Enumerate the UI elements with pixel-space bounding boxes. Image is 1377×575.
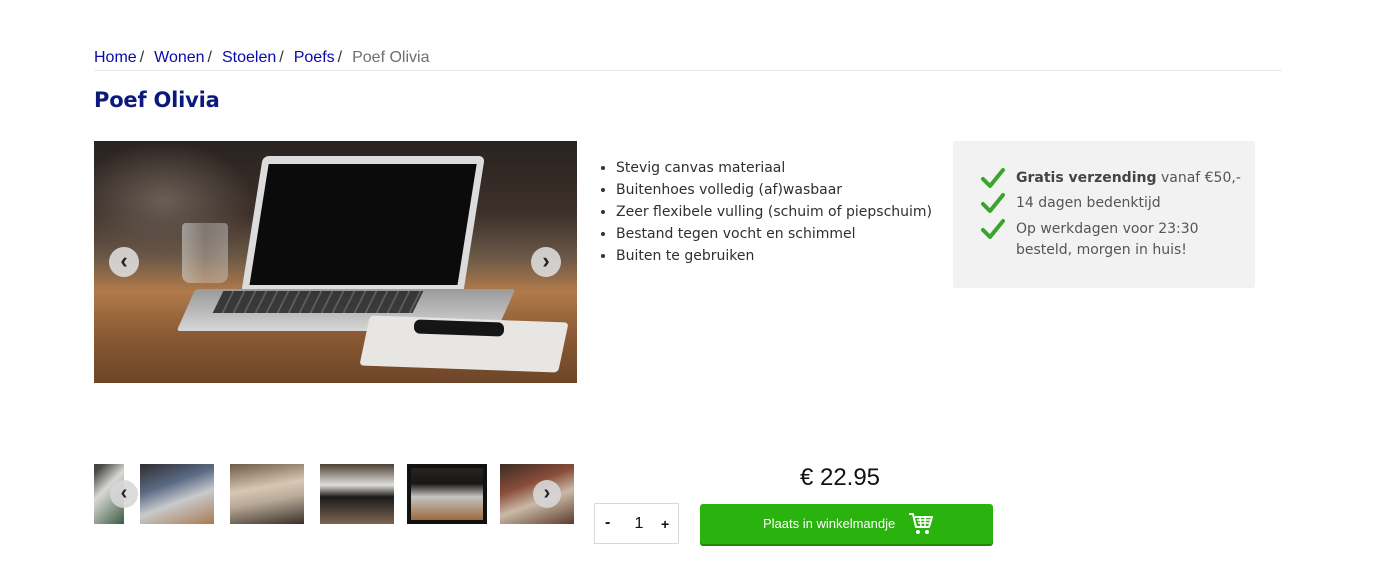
usp-delivery-line2: besteld, morgen in huis! <box>1016 242 1187 258</box>
thumbnail[interactable] <box>320 464 394 524</box>
check-icon <box>981 168 1005 188</box>
glass-shape <box>182 223 228 283</box>
shopping-cart-icon <box>909 513 933 534</box>
product-price: € 22.95 <box>799 464 881 491</box>
quantity-stepper: - + <box>594 503 679 544</box>
check-icon <box>981 193 1005 213</box>
feature-item: Bestand tegen vocht en schimmel <box>616 223 932 245</box>
thumbnail[interactable] <box>230 464 304 524</box>
thumbnail-next-button[interactable]: › <box>533 480 561 508</box>
breadcrumb-separator: / <box>139 49 145 66</box>
breadcrumb-poefs[interactable]: Poefs <box>294 49 335 66</box>
usp-shipping-bold: Gratis verzending <box>1016 170 1157 186</box>
quantity-decrease-button[interactable]: - <box>605 514 610 532</box>
feature-item: Zeer flexibele vulling (schuim of piepsc… <box>616 201 932 223</box>
laptop-screen <box>241 156 485 294</box>
usp-return-text: 14 dagen bedenktijd <box>1016 195 1161 211</box>
usp-box: Gratis verzending vanaf €50,- 14 dagen b… <box>953 141 1255 288</box>
breadcrumb-separator: / <box>207 49 212 66</box>
feature-item: Stevig canvas materiaal <box>616 157 932 179</box>
breadcrumb: Home / Wonen / Stoelen / Poefs / Poef Olivia <box>94 48 1282 71</box>
add-to-cart-button[interactable]: Plaats in winkelmandje <box>700 504 993 544</box>
usp-delivery-line1: Op werkdagen voor 23:30 <box>1016 221 1199 237</box>
laptop-keyboard <box>212 291 424 313</box>
breadcrumb-current: Poef Olivia <box>352 49 430 66</box>
gallery-prev-button[interactable]: ‹ <box>109 247 139 277</box>
chevron-right-icon: › <box>542 248 550 273</box>
thumbnail-strip: ‹ › <box>94 464 576 524</box>
chevron-right-icon: › <box>543 482 551 504</box>
breadcrumb-home[interactable]: Home <box>94 49 137 66</box>
usp-shipping-text: vanaf €50,- <box>1156 170 1241 186</box>
thumbnail-active[interactable] <box>407 464 487 524</box>
chevron-left-icon: ‹ <box>120 248 128 273</box>
breadcrumb-separator: / <box>279 49 284 66</box>
quantity-input[interactable] <box>623 513 655 535</box>
breadcrumb-separator: / <box>337 49 343 66</box>
feature-item: Buiten te gebruiken <box>616 245 932 267</box>
page-title: Poef Olivia <box>94 88 220 112</box>
breadcrumb-stoelen[interactable]: Stoelen <box>222 49 276 66</box>
thumbnail-prev-button[interactable]: ‹ <box>110 480 138 508</box>
add-to-cart-label: Plaats in winkelmandje <box>763 516 896 531</box>
breadcrumb-wonen[interactable]: Wonen <box>154 49 204 66</box>
feature-list: Stevig canvas materiaal Buitenhoes volle… <box>595 157 932 267</box>
feature-item: Buitenhoes volledig (af)wasbaar <box>616 179 932 201</box>
chevron-left-icon: ‹ <box>120 482 128 504</box>
check-icon <box>981 219 1005 239</box>
thumbnail[interactable] <box>140 464 214 524</box>
product-main-image: ‹ › <box>94 141 577 383</box>
quantity-increase-button[interactable]: + <box>661 516 669 532</box>
gallery-next-button[interactable]: › <box>531 247 561 277</box>
